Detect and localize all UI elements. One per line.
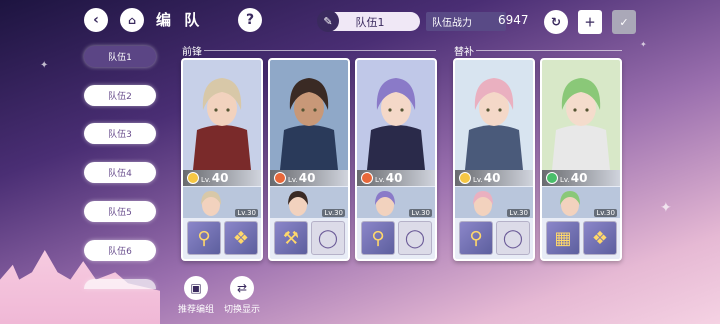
equipment-slot-2[interactable]: ❖ — [583, 221, 617, 255]
support-level: Lv.30 — [409, 209, 432, 217]
tab-team-3[interactable]: 队伍3 — [84, 123, 156, 144]
equipment-slot-1[interactable]: ⚒ — [274, 221, 308, 255]
character-portrait — [270, 60, 348, 170]
element-icon — [187, 172, 199, 184]
support-character-strip[interactable]: Lv.30 — [357, 187, 435, 218]
character-level: Lv.40 — [288, 171, 316, 185]
confirm-icon[interactable]: ✓ — [612, 10, 636, 34]
bookmark-icon: ▣ — [184, 276, 208, 300]
ring-icon: ◯ — [317, 227, 339, 249]
character-card[interactable]: Lv.40 Lv.30 ▦ ❖ — [540, 58, 622, 261]
team-name-label: 队伍1 — [355, 15, 385, 29]
support-character-strip[interactable]: Lv.30 — [542, 187, 620, 218]
character-card[interactable]: Lv.40 Lv.30 ⚒ ◯ — [268, 58, 350, 261]
team-power-value: 6947 — [498, 13, 529, 27]
tab-team-2[interactable]: 队伍2 — [84, 85, 156, 106]
element-icon — [274, 172, 286, 184]
top-bar: ‹ ⌂ 编 队 ? ✎ 队伍1 队伍战力 6947 ↻ ＋ ✓ — [0, 0, 720, 40]
help-icon[interactable]: ? — [238, 8, 262, 32]
home-icon[interactable]: ⌂ — [120, 8, 144, 32]
equipment-slot-2[interactable]: ❖ — [224, 221, 258, 255]
ring-icon: ◯ — [404, 227, 426, 249]
character-portrait — [542, 60, 620, 170]
equipment-slot-2[interactable]: ◯ — [398, 221, 432, 255]
substitute-label: 替补 — [454, 47, 474, 58]
element-icon — [546, 172, 558, 184]
sparkle-icon: ✦ — [640, 40, 647, 49]
support-level: Lv.30 — [507, 209, 530, 217]
tab-team-7-partial[interactable] — [84, 279, 156, 289]
weapon-icon: ⚲ — [371, 227, 385, 249]
equipment-slot-1[interactable]: ⚲ — [459, 221, 493, 255]
tab-team-1[interactable]: 队伍1 — [84, 46, 156, 67]
substitute-divider — [476, 50, 622, 51]
equipment-slot-1[interactable]: ⚲ — [361, 221, 395, 255]
element-icon — [459, 172, 471, 184]
support-level: Lv.30 — [235, 209, 258, 217]
feather-icon: ✎ — [317, 10, 339, 32]
team-power-label: 队伍战力 — [426, 12, 506, 31]
character-card[interactable]: Lv.40 Lv.30 ⚲ ◯ — [355, 58, 437, 261]
switch-display-button[interactable]: ⇄ 切换显示 — [212, 276, 272, 315]
character-level: Lv.40 — [560, 171, 588, 185]
page-title: 编 队 — [156, 11, 204, 29]
switch-display-label: 切换显示 — [223, 305, 260, 315]
back-icon[interactable]: ‹ — [84, 8, 108, 32]
character-portrait — [357, 60, 435, 170]
character-level: Lv.40 — [473, 171, 501, 185]
character-level: Lv.40 — [201, 171, 229, 185]
character-portrait — [183, 60, 261, 170]
support-level: Lv.30 — [322, 209, 345, 217]
sparkle-icon: ✦ — [660, 200, 672, 216]
team-name-field[interactable]: ✎ 队伍1 — [317, 10, 420, 32]
character-card[interactable]: Lv.40 Lv.30 ⚲ ◯ — [453, 58, 535, 261]
tab-team-6[interactable]: 队伍6 — [84, 240, 156, 261]
weapon-icon: ⚲ — [197, 227, 211, 249]
weapon-icon: ⚒ — [282, 227, 300, 249]
frontline-divider — [204, 50, 436, 51]
support-level: Lv.30 — [594, 209, 617, 217]
equipment-slot-2[interactable]: ◯ — [311, 221, 345, 255]
character-card[interactable]: Lv.40 Lv.30 ⚲ ❖ — [181, 58, 263, 261]
refresh-icon[interactable]: ↻ — [544, 10, 568, 34]
support-character-strip[interactable]: Lv.30 — [455, 187, 533, 218]
equipment-slot-2[interactable]: ◯ — [496, 221, 530, 255]
sparkle-icon: ✦ — [40, 60, 49, 71]
frontline-label: 前锋 — [182, 47, 202, 58]
weapon-icon: ⚲ — [469, 227, 483, 249]
recommend-team-label: 推荐编组 — [177, 305, 214, 315]
character-portrait — [455, 60, 533, 170]
switch-arrows-icon: ⇄ — [230, 276, 254, 300]
support-character-strip[interactable]: Lv.30 — [270, 187, 348, 218]
support-character-strip[interactable]: Lv.30 — [183, 187, 261, 218]
character-level: Lv.40 — [375, 171, 403, 185]
element-icon — [361, 172, 373, 184]
equipment-slot-1[interactable]: ▦ — [546, 221, 580, 255]
accessory-icon: ❖ — [232, 227, 250, 249]
tab-team-4[interactable]: 队伍4 — [84, 162, 156, 183]
equipment-slot-1[interactable]: ⚲ — [187, 221, 221, 255]
accessory-icon: ❖ — [591, 227, 609, 249]
weapon-icon: ▦ — [554, 227, 572, 249]
tab-team-5[interactable]: 队伍5 — [84, 201, 156, 222]
save-preset-icon[interactable]: ＋ — [578, 10, 602, 34]
ring-icon: ◯ — [502, 227, 524, 249]
